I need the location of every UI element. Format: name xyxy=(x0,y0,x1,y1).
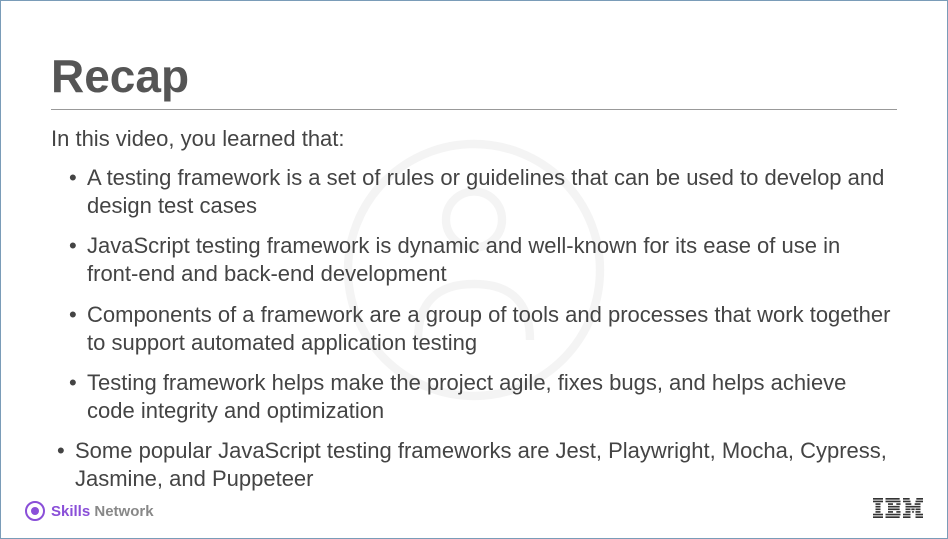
skills-network-icon xyxy=(25,501,45,521)
bullet-item: A testing framework is a set of rules or… xyxy=(69,164,897,220)
bullet-item: Testing framework helps make the project… xyxy=(69,369,897,425)
title-underline xyxy=(51,109,897,110)
slide-title: Recap xyxy=(51,49,897,103)
network-label: Network xyxy=(90,503,153,520)
bullet-item: Components of a framework are a group of… xyxy=(69,301,897,357)
ibm-logo xyxy=(873,498,923,524)
skills-label: Skills xyxy=(51,503,90,520)
bullet-item: JavaScript testing framework is dynamic … xyxy=(69,232,897,288)
intro-text: In this video, you learned that: xyxy=(51,126,897,152)
slide-content: Recap In this video, you learned that: A… xyxy=(1,1,947,494)
bullet-list: A testing framework is a set of rules or… xyxy=(51,164,897,494)
bullet-item: Some popular JavaScript testing framewor… xyxy=(57,437,897,493)
slide-footer: Skills Network xyxy=(1,498,947,524)
skills-network-logo: Skills Network xyxy=(25,501,154,521)
skills-network-text: Skills Network xyxy=(51,503,154,520)
